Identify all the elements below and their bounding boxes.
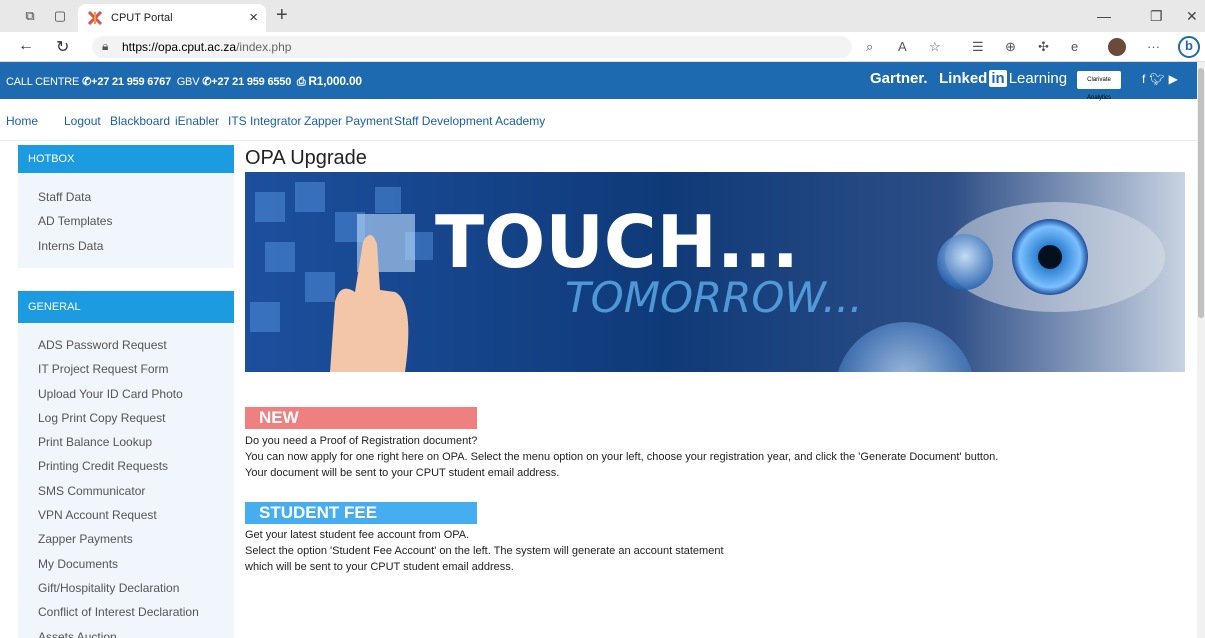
menu-zapper-payment[interactable]: Zapper Payment xyxy=(304,114,393,128)
sidebar-item-vpn-account-request[interactable]: VPN Account Request xyxy=(18,503,234,527)
url-host: https://opa.cput.ac.za xyxy=(122,40,237,54)
sidebar-item-printing-credit-requests[interactable]: Printing Credit Requests xyxy=(18,454,234,478)
url-field[interactable]: 🔒︎ https://opa.cput.ac.za/index.php xyxy=(92,36,852,58)
twitter-icon[interactable]: 🐦︎ xyxy=(1149,72,1164,86)
main-menu: Home Logout Blackboard iEnabler ITS Inte… xyxy=(0,99,1197,141)
new-badge: NEW xyxy=(245,407,477,429)
youtube-icon[interactable]: ▶ xyxy=(1169,72,1178,86)
cput-favicon-icon xyxy=(88,11,102,25)
sidebar-item-it-project-request-form[interactable]: IT Project Request Form xyxy=(18,357,234,381)
general-title: GENERAL xyxy=(18,291,234,323)
page-title: OPA Upgrade xyxy=(245,147,367,169)
favorite-star-icon[interactable]: ☆ xyxy=(929,39,941,55)
gartner-logo[interactable]: Gartner. xyxy=(870,70,928,87)
new-line-2: You can now apply for one right here on … xyxy=(245,451,999,463)
linkedin-text-b: in xyxy=(989,70,1007,87)
refresh-icon[interactable]: ↻ xyxy=(56,37,69,57)
sidebar-item-interns-data[interactable]: Interns Data xyxy=(18,234,234,258)
sidebar-item-conflict-of-interest-declaration[interactable]: Conflict of Interest Declaration xyxy=(18,600,234,624)
sidebar-item-upload-id-card-photo[interactable]: Upload Your ID Card Photo xyxy=(18,382,234,406)
new-line-3: Your document will be sent to your CPUT … xyxy=(245,467,560,479)
call-centre-label: CALL CENTRE xyxy=(6,76,80,88)
favorites-icon[interactable]: ☰ xyxy=(972,39,984,55)
minimize-icon[interactable]: — xyxy=(1097,8,1111,24)
close-window-icon[interactable]: ✕ xyxy=(1186,8,1198,24)
page-scrollbar[interactable] xyxy=(1197,62,1205,638)
sidebar-item-ads-password-request[interactable]: ADS Password Request xyxy=(18,333,234,357)
profile-avatar[interactable] xyxy=(1108,38,1126,56)
sidebar-item-zapper-payments[interactable]: Zapper Payments xyxy=(18,527,234,551)
tab-title: CPUT Portal xyxy=(111,12,173,24)
browser-tab[interactable]: CPUT Portal × xyxy=(78,4,266,32)
phone-icon: ✆ xyxy=(202,76,212,88)
sidebar-item-my-documents[interactable]: My Documents xyxy=(18,552,234,576)
menu-ienabler[interactable]: iEnabler xyxy=(175,114,219,128)
edge-icon[interactable]: e xyxy=(1071,39,1078,55)
url-path: /index.php xyxy=(236,40,292,54)
bing-icon[interactable]: b xyxy=(1178,36,1200,58)
print-balance: R1,000.00 xyxy=(308,74,362,88)
fee-line-2: Select the option 'Student Fee Account' … xyxy=(245,545,724,557)
contact-info: CALL CENTRE ✆+27 21 959 6767 GBV ✆+27 21… xyxy=(6,74,362,89)
fee-line-3: which will be sent to your CPUT student … xyxy=(245,561,514,573)
phone-icon: ✆ xyxy=(82,76,92,88)
restore-icon[interactable]: ❐ xyxy=(1150,8,1163,24)
printer-icon: ⎙ xyxy=(296,76,306,88)
fee-line-1: Get your latest student fee account from… xyxy=(245,529,470,541)
read-aloud-icon[interactable]: A xyxy=(898,39,907,55)
new-line-1: Do you need a Proof of Registration docu… xyxy=(245,435,478,447)
hotbox-title: HOTBOX xyxy=(18,145,234,173)
sidebar-item-assets-auction[interactable]: Assets Auction xyxy=(18,625,234,638)
banner-line2: TOMORROW... xyxy=(565,273,863,322)
new-tab-icon[interactable]: + xyxy=(276,4,288,26)
close-tab-icon[interactable]: × xyxy=(249,9,258,26)
sidebar-item-log-print-copy-request[interactable]: Log Print Copy Request xyxy=(18,406,234,430)
gbv-label: GBV xyxy=(176,76,200,88)
menu-logout[interactable]: Logout xyxy=(64,114,101,128)
browser-tab-bar: ⧉ ▢ CPUT Portal × + — ❐ ✕ xyxy=(0,0,1205,32)
banner-image: TOUCH... TOMORROW... xyxy=(245,172,1185,372)
scrollbar-thumb[interactable] xyxy=(1198,68,1204,318)
address-bar-row: ← ↻ 🔒︎ https://opa.cput.ac.za/index.php … xyxy=(0,32,1205,62)
sidebar-item-staff-data[interactable]: Staff Data xyxy=(18,185,234,209)
sidebar: HOTBOX Staff Data AD Templates Interns D… xyxy=(18,145,234,638)
back-icon[interactable]: ← xyxy=(18,37,34,55)
tab-actions-icon[interactable]: ▢ xyxy=(52,8,68,24)
collections-icon[interactable]: ⊕ xyxy=(1005,39,1016,55)
banner-graphic: TOUCH... TOMORROW... xyxy=(245,172,1185,372)
sidebar-item-print-balance-lookup[interactable]: Print Balance Lookup xyxy=(18,430,234,454)
call-centre-number: +27 21 959 6767 xyxy=(91,76,171,88)
sidebar-item-ad-templates[interactable]: AD Templates xyxy=(18,209,234,233)
search-icon[interactable]: ⌕ xyxy=(866,39,873,55)
menu-home[interactable]: Home xyxy=(6,114,38,128)
more-menu-icon[interactable]: ··· xyxy=(1147,39,1160,55)
contact-banner: CALL CENTRE ✆+27 21 959 6767 GBV ✆+27 21… xyxy=(0,62,1197,101)
facebook-icon[interactable]: f xyxy=(1142,72,1145,86)
gbv-number: +27 21 959 6550 xyxy=(211,76,292,88)
linkedin-text-c: Learning xyxy=(1008,70,1068,87)
menu-its-integrator[interactable]: ITS Integrator xyxy=(228,114,301,128)
hotbox-panel: HOTBOX Staff Data AD Templates Interns D… xyxy=(18,145,234,268)
extensions-icon[interactable]: ✣ xyxy=(1038,39,1049,55)
menu-staff-development-academy[interactable]: Staff Development Academy xyxy=(394,114,545,128)
student-fee-badge: STUDENT FEE ACCOUNT xyxy=(245,502,477,542)
lock-icon: 🔒︎ xyxy=(102,39,109,53)
social-links: f 🐦︎ ▶ xyxy=(1142,72,1182,86)
sidebar-item-gift-hospitality-declaration[interactable]: Gift/Hospitality Declaration xyxy=(18,576,234,600)
sidebar-item-sms-communicator[interactable]: SMS Communicator xyxy=(18,479,234,503)
linkedin-text-a: Linked xyxy=(939,70,988,87)
workspaces-icon[interactable]: ⧉ xyxy=(22,8,38,24)
menu-blackboard[interactable]: Blackboard xyxy=(110,114,170,128)
linkedin-learning-logo[interactable]: Linked in Learning xyxy=(939,70,1067,87)
clarivate-logo[interactable]: Clarivate Analytics xyxy=(1077,71,1121,101)
general-panel: GENERAL ADS Password Request IT Project … xyxy=(18,291,234,638)
banner-line1: TOUCH... xyxy=(435,200,799,284)
